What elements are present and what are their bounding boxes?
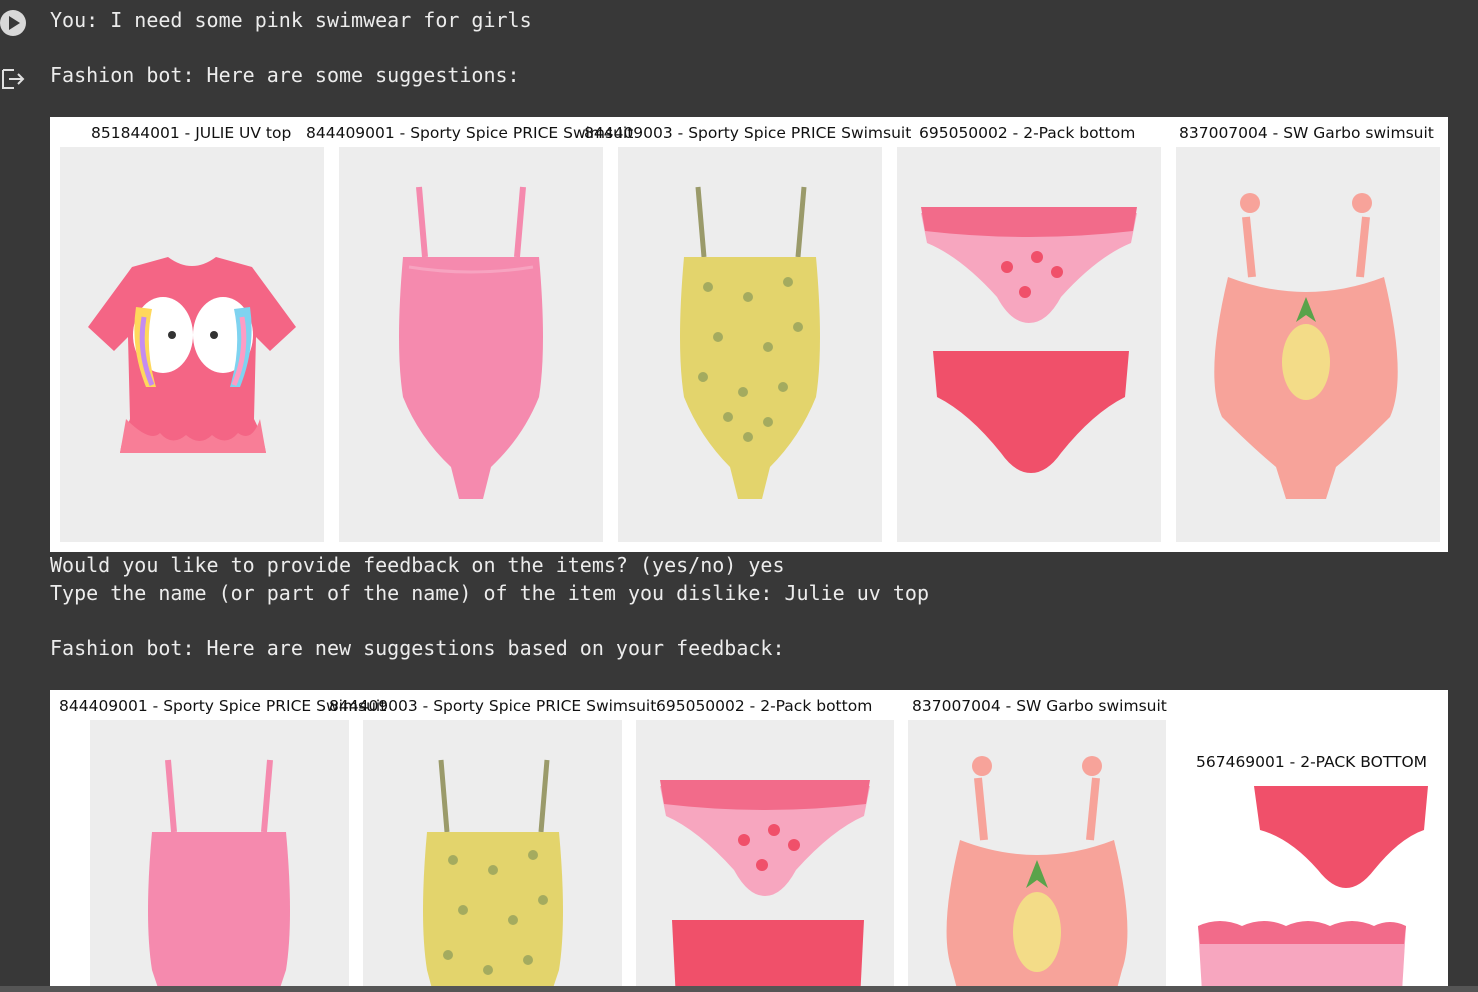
- product-image-pink-swimsuit[interactable]: [90, 720, 349, 992]
- product-image-pineapple-swimsuit[interactable]: [908, 720, 1166, 992]
- play-circle-icon[interactable]: [0, 10, 26, 36]
- item-caption: 695050002 - 2-Pack bottom: [656, 697, 873, 715]
- item-caption: 837007004 - SW Garbo swimsuit: [1179, 124, 1434, 142]
- user-message: You: I need some pink swimwear for girls: [50, 8, 532, 32]
- product-image-2pack-bottom[interactable]: [636, 720, 894, 992]
- item-caption: 851844001 - JULIE UV top: [91, 124, 292, 142]
- product-image-coral-bottom[interactable]: [1190, 778, 1448, 992]
- bot-message: Fashion bot: Here are some suggestions:: [50, 63, 520, 87]
- feedback-prompt: Would you like to provide feedback on th…: [50, 553, 785, 577]
- output-arrow-icon: [2, 69, 25, 89]
- product-image-pineapple-swimsuit[interactable]: [1176, 147, 1440, 542]
- horizontal-scrollbar[interactable]: [0, 986, 1478, 992]
- product-image-yellow-floral-swimsuit[interactable]: [363, 720, 622, 992]
- item-caption: 844409003 - Sporty Spice PRICE Swimsuit: [329, 697, 657, 715]
- bot-message-feedback: Fashion bot: Here are new suggestions ba…: [50, 636, 785, 660]
- item-caption: 844409003 - Sporty Spice PRICE Swimsuit: [584, 124, 912, 142]
- item-caption: 695050002 - 2-Pack bottom: [919, 124, 1136, 142]
- product-image-pink-swimsuit[interactable]: [339, 147, 603, 542]
- product-image-2pack-bottom[interactable]: [897, 147, 1161, 542]
- suggestions-panel-1: 851844001 - JULIE UV top 844409001 - Spo…: [50, 117, 1448, 552]
- item-caption: 567469001 - 2-PACK BOTTOM: [1196, 753, 1428, 771]
- suggestions-panel-2: 844409001 - Sporty Spice PRICE Swimsuit …: [50, 690, 1448, 992]
- product-image-unicorn-top[interactable]: [60, 147, 324, 542]
- dislike-prompt: Type the name (or part of the name) of t…: [50, 581, 929, 605]
- item-caption: 837007004 - SW Garbo swimsuit: [912, 697, 1167, 715]
- product-image-yellow-floral-swimsuit[interactable]: [618, 147, 882, 542]
